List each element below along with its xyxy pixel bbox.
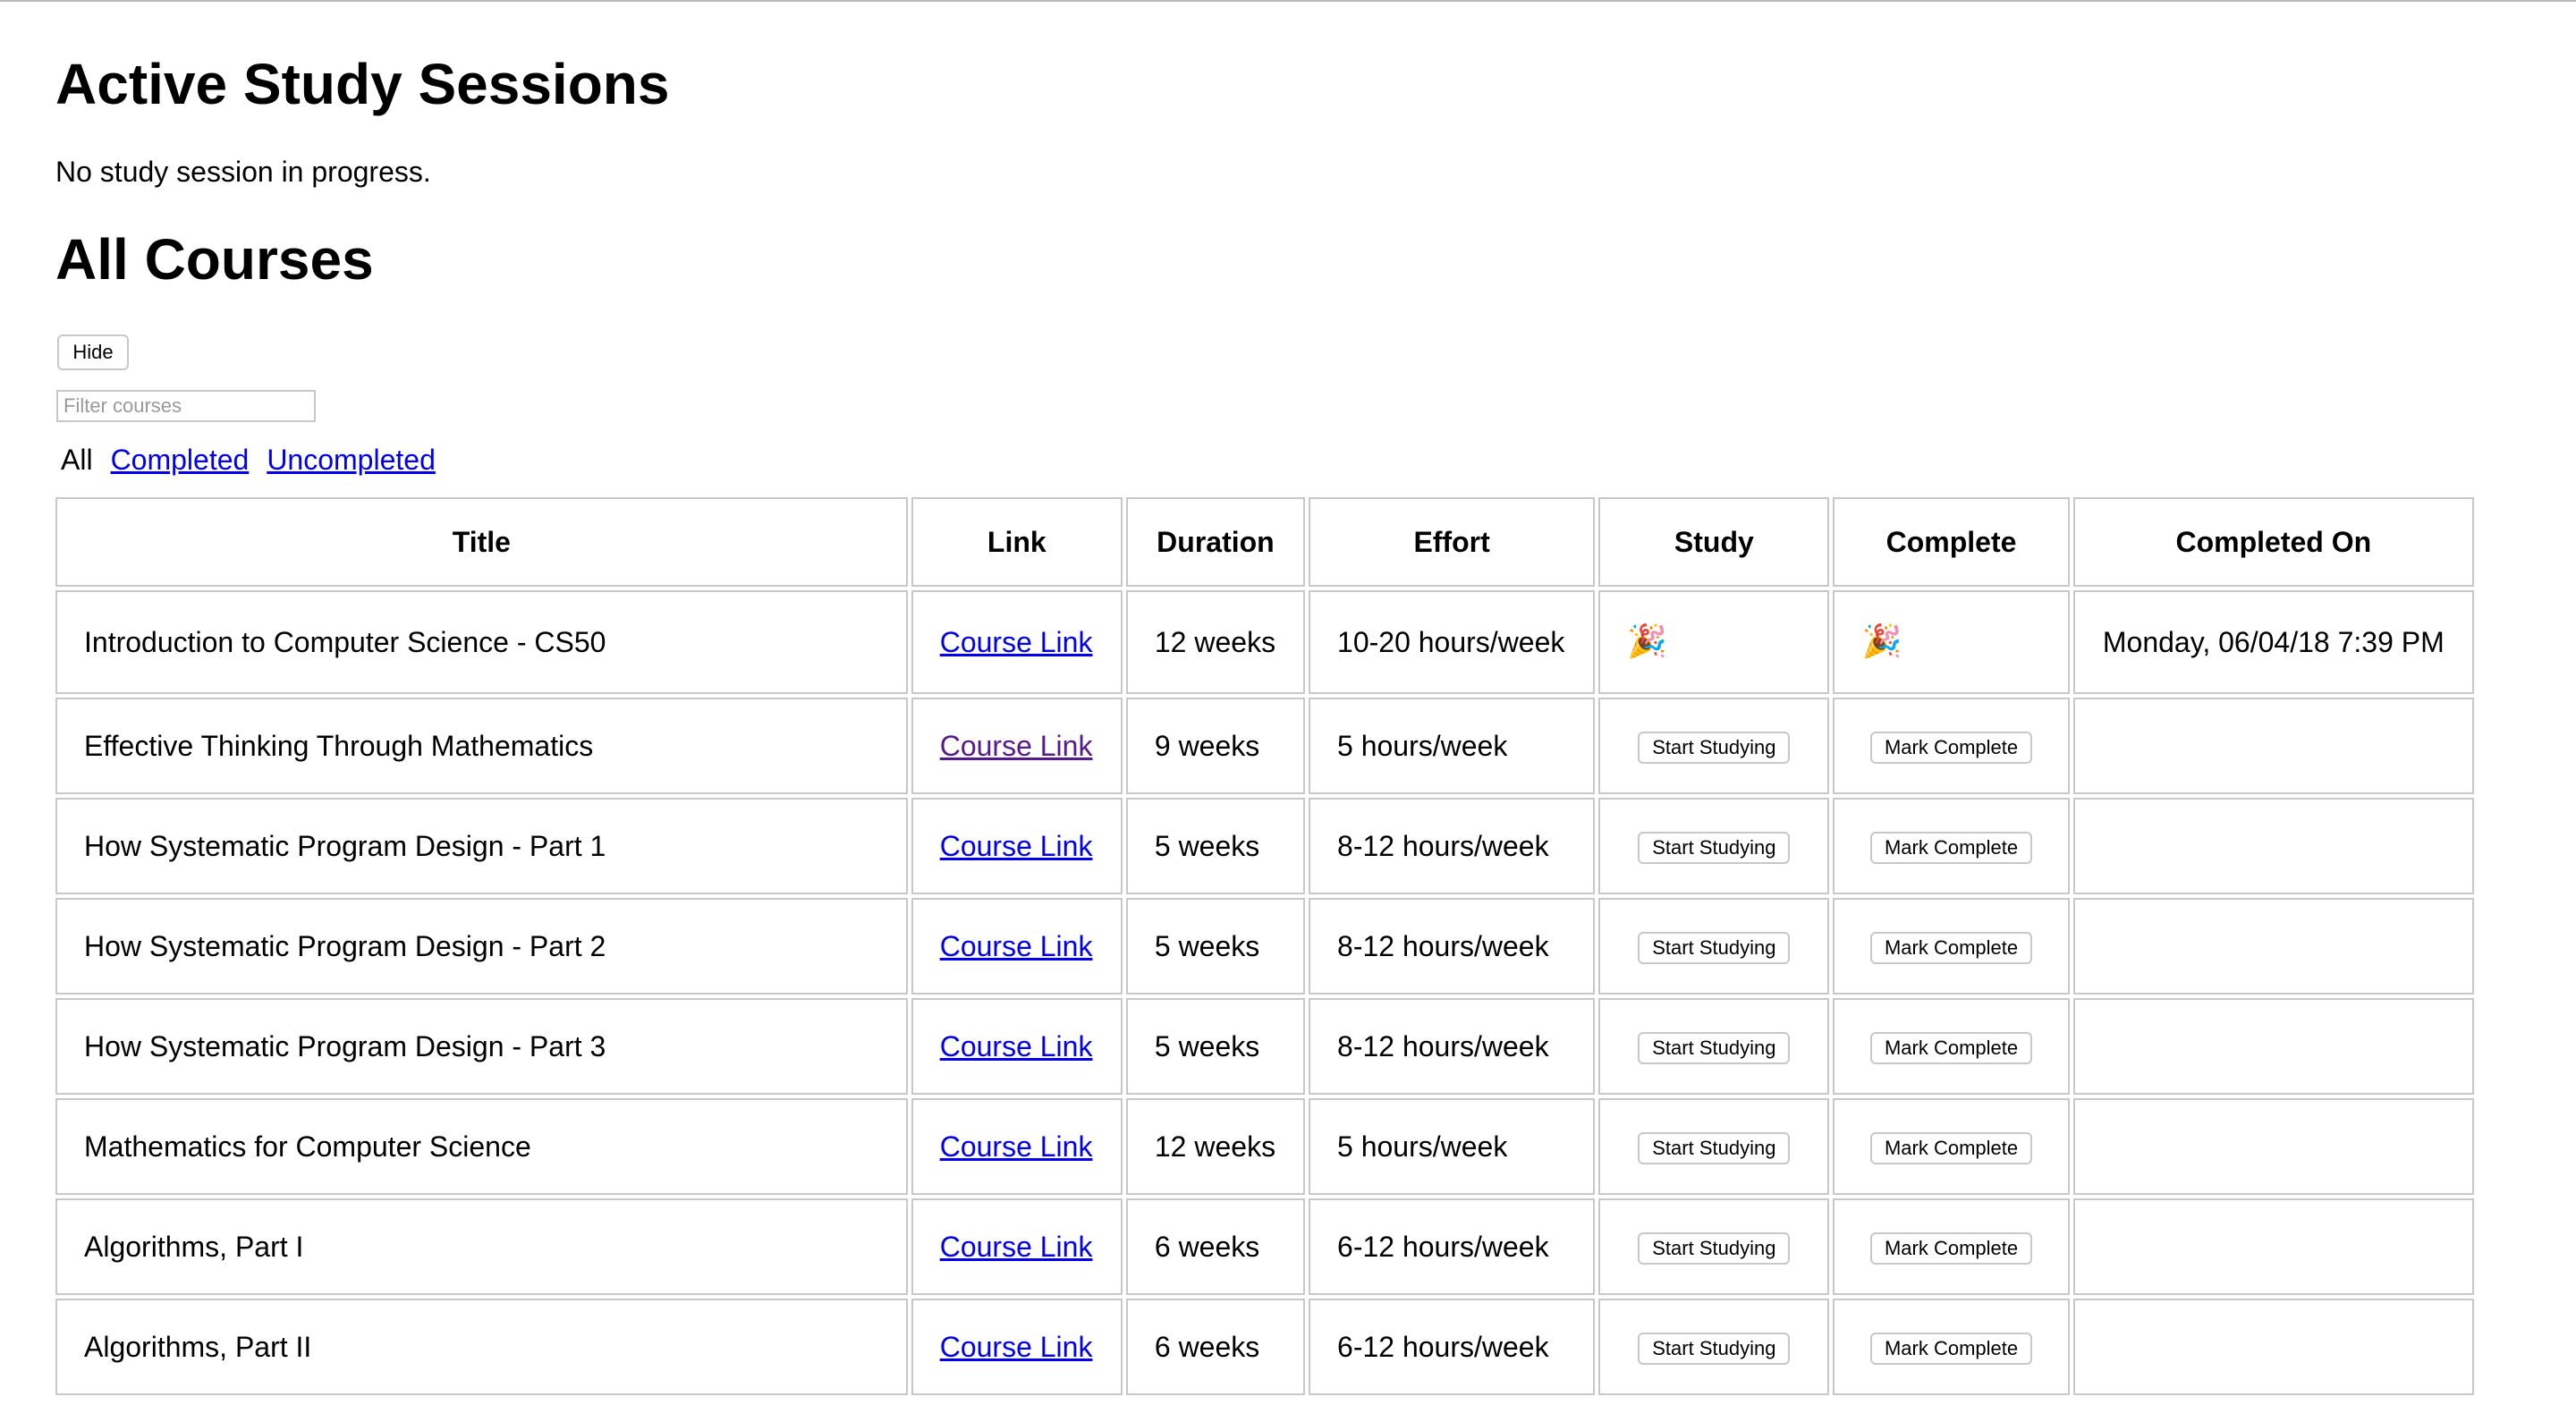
filter-courses-input[interactable] [56,390,316,422]
course-link[interactable]: Course Link [940,1231,1093,1263]
course-duration: 6 weeks [1125,1299,1306,1395]
course-title: How Systematic Program Design - Part 1 [55,798,908,894]
table-row: Introduction to Computer Science - CS50 … [55,590,2474,694]
course-effort: 5 hours/week [1309,1098,1596,1195]
table-header-row: Title Link Duration Effort Study Complet… [55,497,2474,587]
party-popper-icon: 🎉 [1627,622,1668,659]
column-header-complete: Complete [1833,497,2070,587]
start-studying-button[interactable]: Start Studying [1638,832,1791,864]
course-effort: 8-12 hours/week [1309,998,1596,1095]
course-title: Effective Thinking Through Mathematics [55,698,908,794]
course-completed-on: Monday, 06/04/18 7:39 PM [2072,590,2474,694]
filter-all: All [61,444,93,476]
course-duration: 5 weeks [1125,998,1306,1095]
table-row: Mathematics for Computer Science Course … [55,1098,2474,1195]
column-header-duration: Duration [1125,497,1306,587]
mark-complete-button[interactable]: Mark Complete [1869,1333,2033,1365]
table-row: How Systematic Program Design - Part 3 C… [55,998,2474,1095]
course-completed-on [2072,1098,2474,1195]
course-effort: 8-12 hours/week [1309,898,1596,995]
start-studying-button[interactable]: Start Studying [1638,1132,1791,1164]
course-link[interactable]: Course Link [940,626,1093,658]
mark-complete-button[interactable]: Mark Complete [1869,732,2033,764]
all-courses-heading: All Courses [55,227,374,292]
course-link[interactable]: Course Link [940,1331,1093,1363]
course-link[interactable]: Course Link [940,930,1093,962]
course-title: Algorithms, Part II [55,1299,908,1395]
course-effort: 6-12 hours/week [1309,1299,1596,1395]
table-row: How Systematic Program Design - Part 1 C… [55,798,2474,894]
start-studying-button[interactable]: Start Studying [1638,732,1791,764]
mark-complete-button[interactable]: Mark Complete [1869,1032,2033,1064]
course-link[interactable]: Course Link [940,1130,1093,1163]
course-title: How Systematic Program Design - Part 3 [55,998,908,1095]
course-completed-on [2072,1198,2474,1295]
course-link[interactable]: Course Link [940,830,1093,862]
course-duration: 12 weeks [1125,590,1306,694]
course-duration: 5 weeks [1125,798,1306,894]
course-effort: 8-12 hours/week [1309,798,1596,894]
course-link[interactable]: Course Link [940,1030,1093,1062]
course-duration: 5 weeks [1125,898,1306,995]
filter-completed-link[interactable]: Completed [111,444,250,477]
table-row: Algorithms, Part I Course Link 6 weeks 6… [55,1198,2474,1295]
course-completed-on [2072,798,2474,894]
course-title: Mathematics for Computer Science [55,1098,908,1195]
courses-table: Title Link Duration Effort Study Complet… [52,494,2478,1399]
start-studying-button[interactable]: Start Studying [1638,932,1791,964]
table-row: Effective Thinking Through Mathematics C… [55,698,2474,794]
table-row: Algorithms, Part II Course Link 6 weeks … [55,1299,2474,1395]
mark-complete-button[interactable]: Mark Complete [1869,832,2033,864]
course-link[interactable]: Course Link [940,730,1093,762]
hide-button[interactable]: Hide [57,334,129,370]
course-effort: 10-20 hours/week [1309,590,1596,694]
start-studying-button[interactable]: Start Studying [1638,1333,1791,1365]
course-duration: 6 weeks [1125,1198,1306,1295]
completion-filter: All Completed Uncompleted [61,444,436,477]
column-header-effort: Effort [1309,497,1596,587]
start-studying-button[interactable]: Start Studying [1638,1232,1791,1265]
course-effort: 5 hours/week [1309,698,1596,794]
mark-complete-button[interactable]: Mark Complete [1869,932,2033,964]
party-popper-icon: 🎉 [1861,622,1902,659]
course-title: Algorithms, Part I [55,1198,908,1295]
active-sessions-heading: Active Study Sessions [55,52,670,116]
column-header-study: Study [1598,497,1830,587]
column-header-completed-on: Completed On [2072,497,2474,587]
course-duration: 12 weeks [1125,1098,1306,1195]
column-header-title: Title [55,497,908,587]
course-title: Introduction to Computer Science - CS50 [55,590,908,694]
course-effort: 6-12 hours/week [1309,1198,1596,1295]
column-header-link: Link [911,497,1123,587]
course-completed-on [2072,698,2474,794]
start-studying-button[interactable]: Start Studying [1638,1032,1791,1064]
session-status-text: No study session in progress. [55,156,431,188]
course-completed-on [2072,998,2474,1095]
mark-complete-button[interactable]: Mark Complete [1869,1132,2033,1164]
course-completed-on [2072,898,2474,995]
course-duration: 9 weeks [1125,698,1306,794]
filter-uncompleted-link[interactable]: Uncompleted [267,444,436,477]
mark-complete-button[interactable]: Mark Complete [1869,1232,2033,1265]
table-row: How Systematic Program Design - Part 2 C… [55,898,2474,995]
course-completed-on [2072,1299,2474,1395]
course-title: How Systematic Program Design - Part 2 [55,898,908,995]
